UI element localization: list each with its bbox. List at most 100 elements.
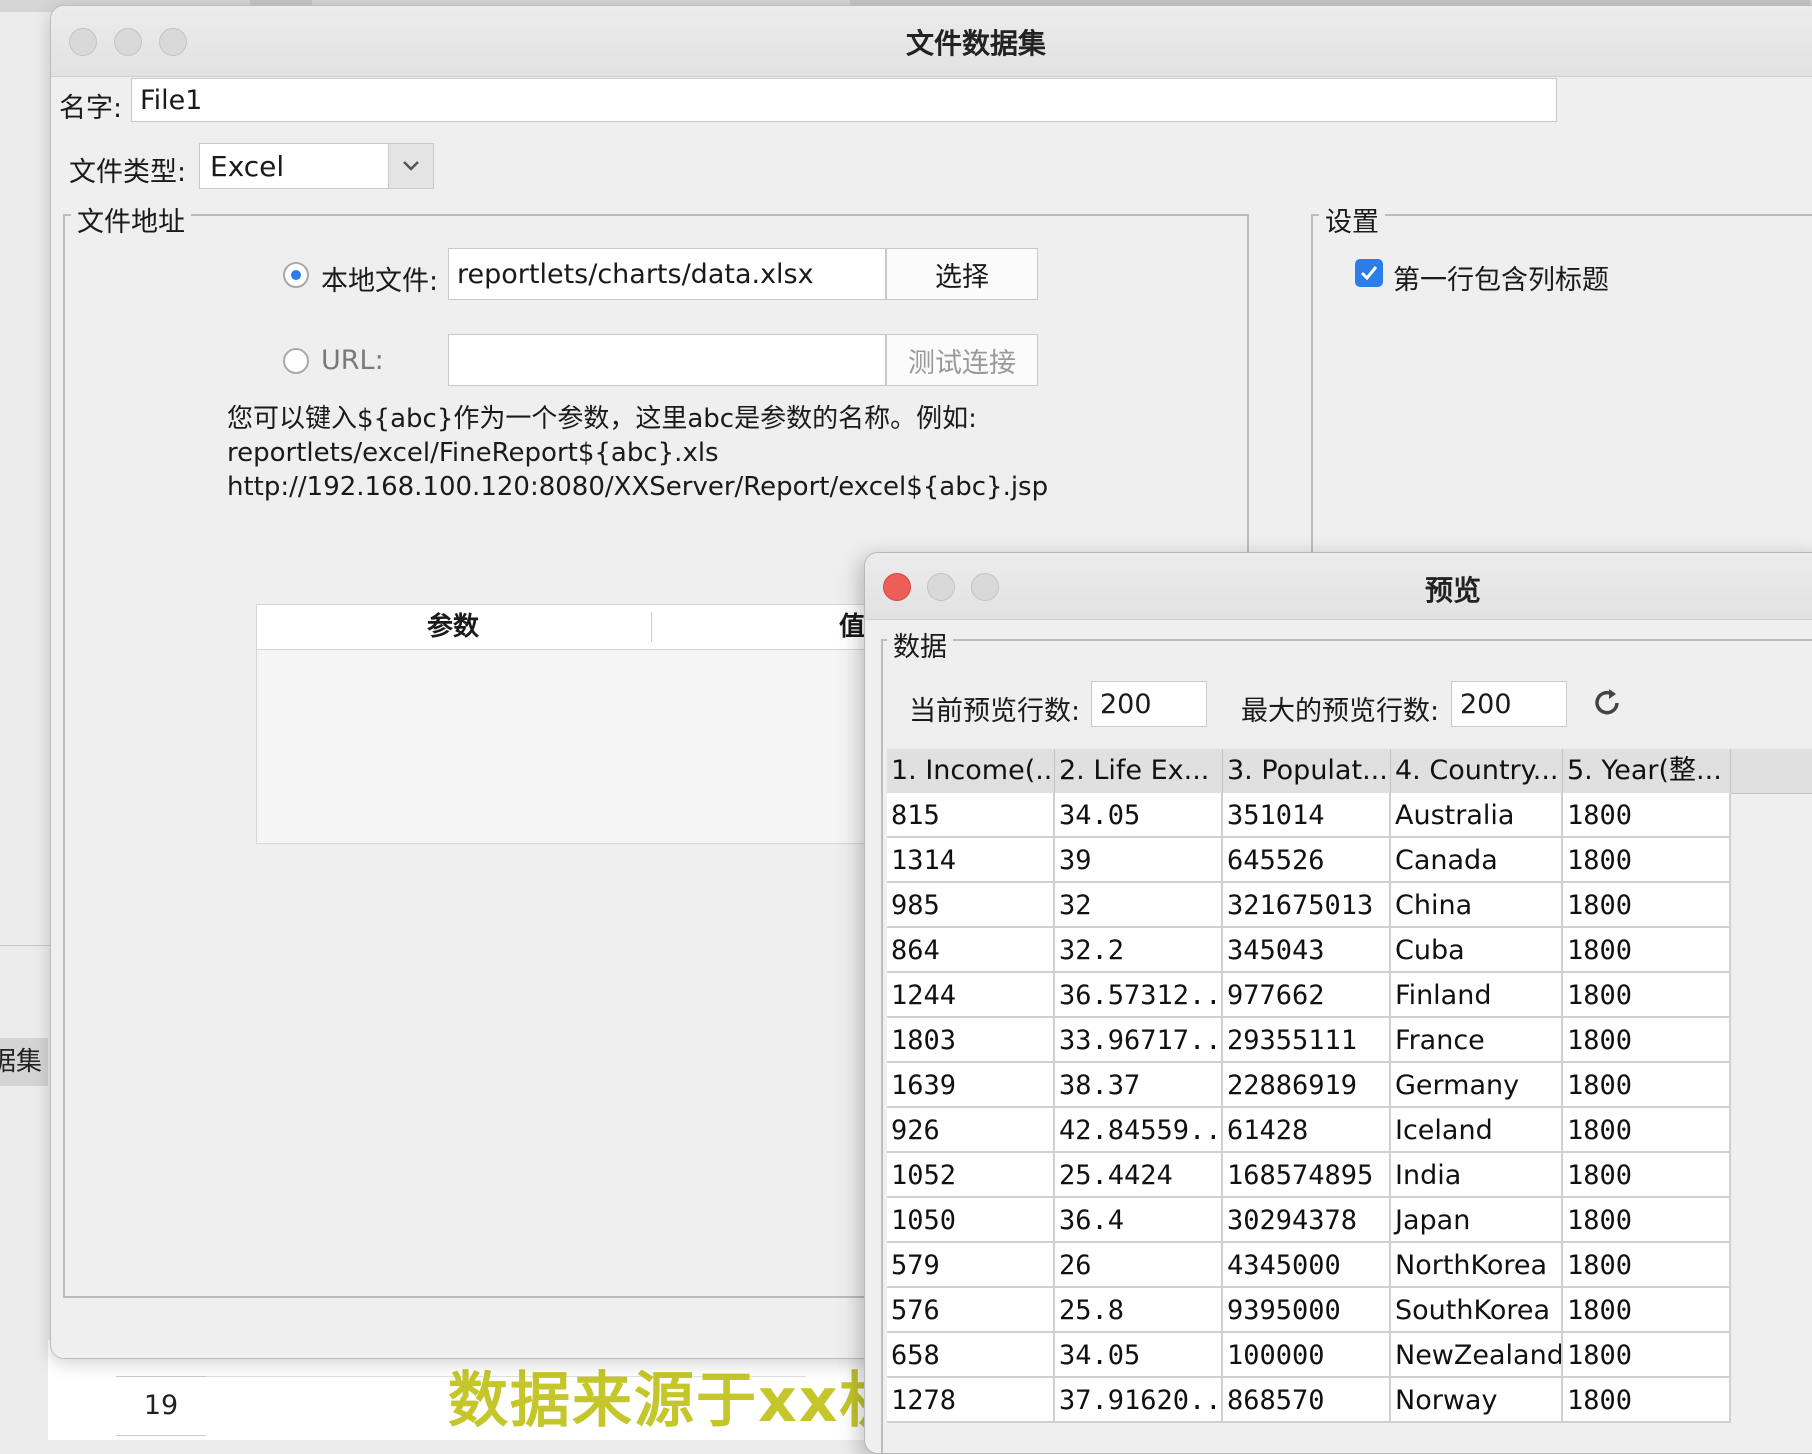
table-cell[interactable]: 1803 xyxy=(887,1018,1055,1063)
background-sidebar-dataset-tab[interactable]: 据集 xyxy=(0,1038,48,1086)
table-cell[interactable]: 321675013 xyxy=(1223,883,1391,928)
column-header-5[interactable]: 5. Year(整... xyxy=(1563,749,1731,793)
table-cell[interactable]: 351014 xyxy=(1223,793,1391,838)
table-cell[interactable]: 33.96717... xyxy=(1055,1018,1223,1063)
table-cell[interactable]: 1800 xyxy=(1563,973,1731,1018)
zoom-window-button[interactable] xyxy=(971,573,999,601)
table-cell[interactable]: 645526 xyxy=(1223,838,1391,883)
table-cell[interactable]: 29355111 xyxy=(1223,1018,1391,1063)
close-window-button[interactable] xyxy=(883,573,911,601)
table-cell[interactable]: 34.05 xyxy=(1055,793,1223,838)
table-cell[interactable]: 39 xyxy=(1055,838,1223,883)
file-type-label: 文件类型: xyxy=(69,157,187,188)
table-cell[interactable]: India xyxy=(1391,1153,1563,1198)
table-cell[interactable]: 926 xyxy=(887,1108,1055,1153)
table-cell[interactable]: 1800 xyxy=(1563,1063,1731,1108)
url-input[interactable] xyxy=(448,334,886,386)
chevron-down-icon[interactable] xyxy=(388,144,433,188)
name-label: 名字: xyxy=(59,93,123,124)
table-cell[interactable]: Canada xyxy=(1391,838,1563,883)
table-cell[interactable]: Japan xyxy=(1391,1198,1563,1243)
table-cell[interactable]: 868570 xyxy=(1223,1378,1391,1423)
table-cell[interactable]: China xyxy=(1391,883,1563,928)
table-cell[interactable]: 1052 xyxy=(887,1153,1055,1198)
table-cell[interactable]: 1800 xyxy=(1563,1108,1731,1153)
table-cell[interactable]: SouthKorea xyxy=(1391,1288,1563,1333)
param-column-header[interactable]: 参数 xyxy=(427,605,479,649)
table-cell[interactable]: Finland xyxy=(1391,973,1563,1018)
table-cell[interactable]: 1800 xyxy=(1563,793,1731,838)
table-cell[interactable]: 36.57312... xyxy=(1055,973,1223,1018)
table-cell[interactable]: 864 xyxy=(887,928,1055,973)
minimize-window-button[interactable] xyxy=(927,573,955,601)
table-cell[interactable]: 36.4 xyxy=(1055,1198,1223,1243)
table-cell[interactable]: Iceland xyxy=(1391,1108,1563,1153)
table-cell[interactable]: 1800 xyxy=(1563,1333,1731,1378)
table-cell[interactable]: 26 xyxy=(1055,1243,1223,1288)
local-file-radio[interactable] xyxy=(283,262,309,288)
table-cell[interactable]: 579 xyxy=(887,1243,1055,1288)
table-cell[interactable]: 34.05 xyxy=(1055,1333,1223,1378)
table-cell[interactable]: Germany xyxy=(1391,1063,1563,1108)
table-cell[interactable]: 32 xyxy=(1055,883,1223,928)
table-cell[interactable]: 1800 xyxy=(1563,883,1731,928)
table-cell[interactable]: 1244 xyxy=(887,973,1055,1018)
table-cell[interactable]: 25.8 xyxy=(1055,1288,1223,1333)
name-input[interactable]: File1 xyxy=(131,78,1557,122)
table-cell[interactable]: 1800 xyxy=(1563,1243,1731,1288)
table-cell[interactable]: 37.91620... xyxy=(1055,1378,1223,1423)
file-type-value: Excel xyxy=(210,149,285,183)
table-cell[interactable]: Australia xyxy=(1391,793,1563,838)
preview-titlebar: 预览 xyxy=(865,553,1812,620)
table-cell[interactable]: 815 xyxy=(887,793,1055,838)
table-cell[interactable]: 1800 xyxy=(1563,1198,1731,1243)
max-rows-input[interactable]: 200 xyxy=(1451,681,1567,727)
column-header-1[interactable]: 1. Income(... xyxy=(887,749,1055,793)
choose-file-button[interactable]: 选择 xyxy=(886,248,1038,300)
table-cell[interactable]: Cuba xyxy=(1391,928,1563,973)
table-cell[interactable]: 1800 xyxy=(1563,1288,1731,1333)
table-cell[interactable]: 22886919 xyxy=(1223,1063,1391,1108)
table-cell[interactable]: 1050 xyxy=(887,1198,1055,1243)
table-cell[interactable]: 32.2 xyxy=(1055,928,1223,973)
table-cell[interactable]: 1800 xyxy=(1563,1153,1731,1198)
table-cell[interactable]: 345043 xyxy=(1223,928,1391,973)
table-cell[interactable]: 9395000 xyxy=(1223,1288,1391,1333)
table-cell[interactable]: 61428 xyxy=(1223,1108,1391,1153)
table-cell[interactable]: NorthKorea xyxy=(1391,1243,1563,1288)
table-cell[interactable]: 1639 xyxy=(887,1063,1055,1108)
table-cell[interactable]: 1314 xyxy=(887,838,1055,883)
table-cell[interactable]: Norway xyxy=(1391,1378,1563,1423)
table-cell[interactable]: France xyxy=(1391,1018,1563,1063)
table-cell[interactable]: 1800 xyxy=(1563,928,1731,973)
file-type-select[interactable]: Excel xyxy=(199,143,434,189)
column-header-4[interactable]: 4. Country... xyxy=(1391,749,1563,793)
table-cell[interactable]: 25.4424 xyxy=(1055,1153,1223,1198)
table-cell[interactable]: 1800 xyxy=(1563,1378,1731,1423)
table-cell[interactable]: NewZealand xyxy=(1391,1333,1563,1378)
url-radio[interactable] xyxy=(283,348,309,374)
table-cell[interactable]: 168574895 xyxy=(1223,1153,1391,1198)
current-rows-input[interactable]: 200 xyxy=(1091,681,1207,727)
table-cell[interactable]: 42.84559... xyxy=(1055,1108,1223,1153)
parameter-table[interactable]: 参数 值 xyxy=(256,604,896,844)
value-column-header[interactable]: 值 xyxy=(839,605,865,649)
table-cell[interactable]: 30294378 xyxy=(1223,1198,1391,1243)
table-cell[interactable]: 1800 xyxy=(1563,1018,1731,1063)
table-cell[interactable]: 576 xyxy=(887,1288,1055,1333)
table-cell[interactable]: 985 xyxy=(887,883,1055,928)
settings-group-title: 设置 xyxy=(1319,200,1385,239)
table-cell[interactable]: 100000 xyxy=(1223,1333,1391,1378)
table-cell[interactable]: 1278 xyxy=(887,1378,1055,1423)
table-cell[interactable]: 1800 xyxy=(1563,838,1731,883)
column-header-3[interactable]: 3. Populat... xyxy=(1223,749,1391,793)
first-row-header-checkbox[interactable] xyxy=(1355,259,1383,287)
test-connection-button[interactable]: 测试连接 xyxy=(886,334,1038,386)
column-header-2[interactable]: 2. Life Ex... xyxy=(1055,749,1223,793)
table-cell[interactable]: 658 xyxy=(887,1333,1055,1378)
table-cell[interactable]: 4345000 xyxy=(1223,1243,1391,1288)
refresh-icon[interactable] xyxy=(1587,683,1627,723)
table-cell[interactable]: 977662 xyxy=(1223,973,1391,1018)
table-cell[interactable]: 38.37 xyxy=(1055,1063,1223,1108)
local-file-input[interactable]: reportlets/charts/data.xlsx xyxy=(448,248,886,300)
